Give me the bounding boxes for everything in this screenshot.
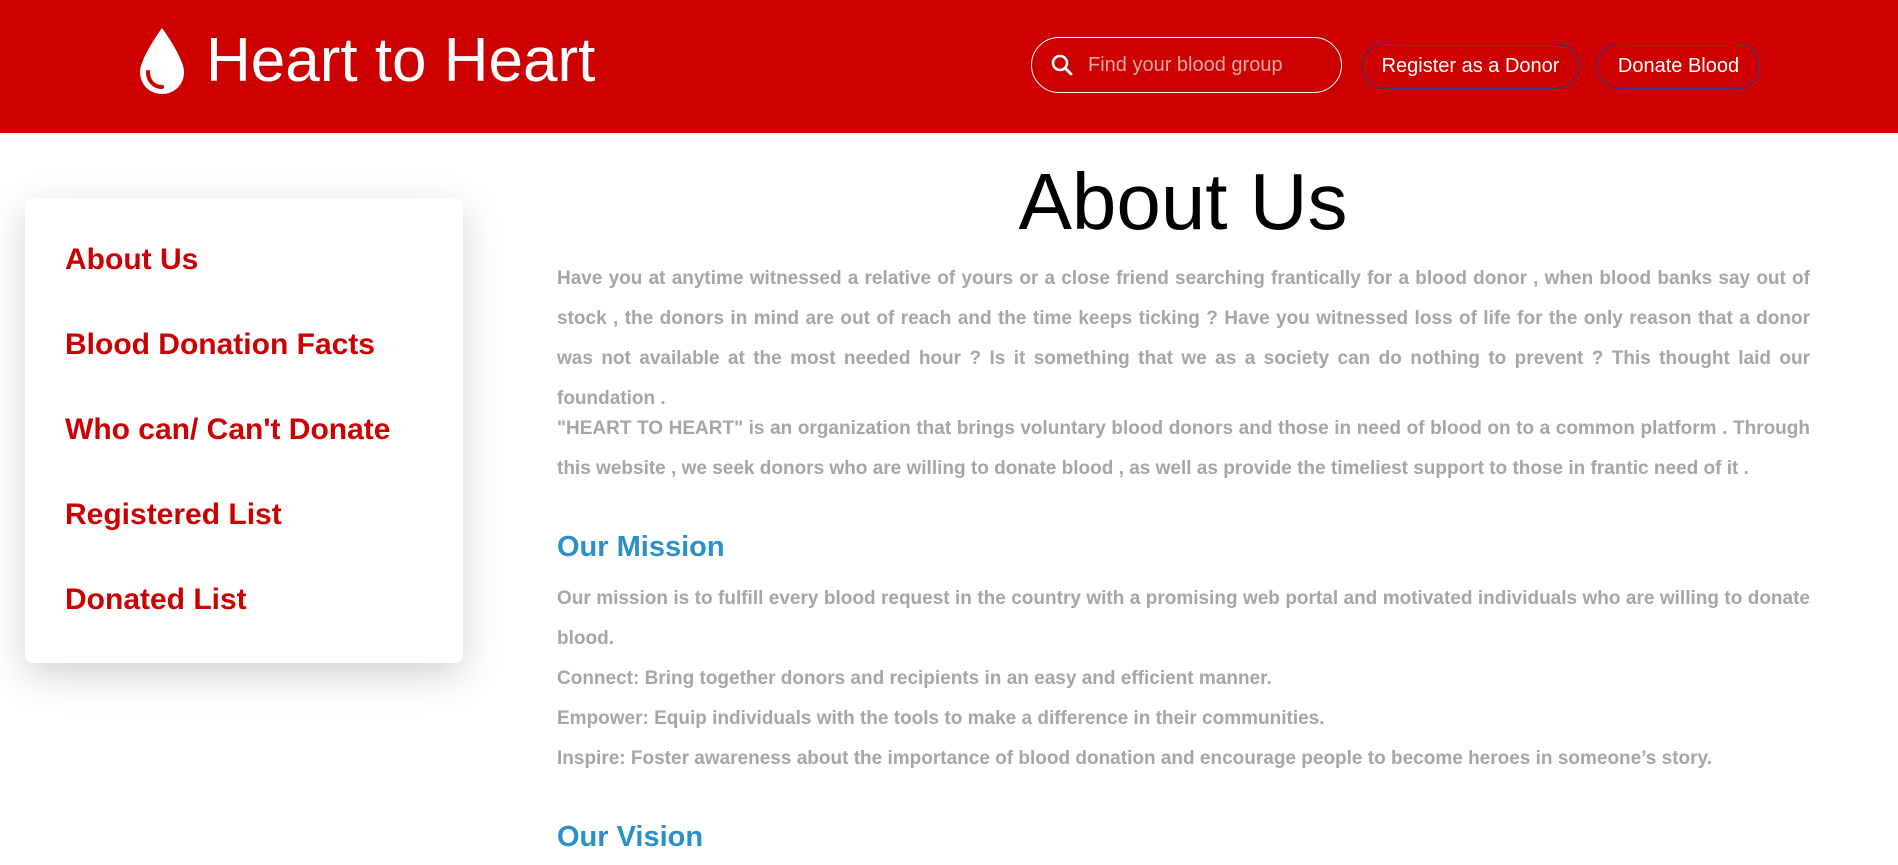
- sidebar-item-registered-list[interactable]: Registered List: [65, 498, 282, 532]
- sidebar-nav: About Us Blood Donation Facts Who can/ C…: [25, 198, 463, 663]
- page-title: About Us: [1018, 157, 1348, 246]
- site-title: Heart to Heart: [206, 26, 596, 95]
- mission-heading: Our Mission: [557, 531, 725, 563]
- search-input[interactable]: [1088, 53, 1318, 77]
- mission-inspire: Inspire: Foster awareness about the impo…: [557, 748, 1712, 769]
- sidebar-item-about-us[interactable]: About Us: [65, 243, 198, 277]
- vision-heading: Our Vision: [557, 821, 704, 853]
- sidebar-item-blood-donation-facts[interactable]: Blood Donation Facts: [65, 328, 375, 362]
- blood-drop-icon: [140, 28, 184, 94]
- donate-blood-button[interactable]: Donate Blood: [1597, 43, 1760, 89]
- search-icon: [1051, 54, 1073, 76]
- org-paragraph: "HEART TO HEART" is an organization that…: [557, 418, 1810, 479]
- sidebar-item-donated-list[interactable]: Donated List: [65, 583, 247, 617]
- brand[interactable]: Heart to Heart: [136, 22, 595, 100]
- mission-empower: Empower: Equip individuals with the tool…: [557, 708, 1325, 729]
- intro-paragraph: Have you at anytime witnessed a relative…: [557, 268, 1810, 409]
- sidebar-item-who-can-donate[interactable]: Who can/ Can't Donate: [65, 413, 390, 447]
- mission-connect: Connect: Bring together donors and recip…: [557, 668, 1272, 689]
- mission-paragraph: Our mission is to fulfill every blood re…: [557, 588, 1810, 649]
- search-box[interactable]: [1031, 37, 1342, 93]
- site-header: Heart to Heart Register as a Donor Donat…: [0, 0, 1898, 133]
- register-donor-button[interactable]: Register as a Donor: [1362, 43, 1579, 89]
